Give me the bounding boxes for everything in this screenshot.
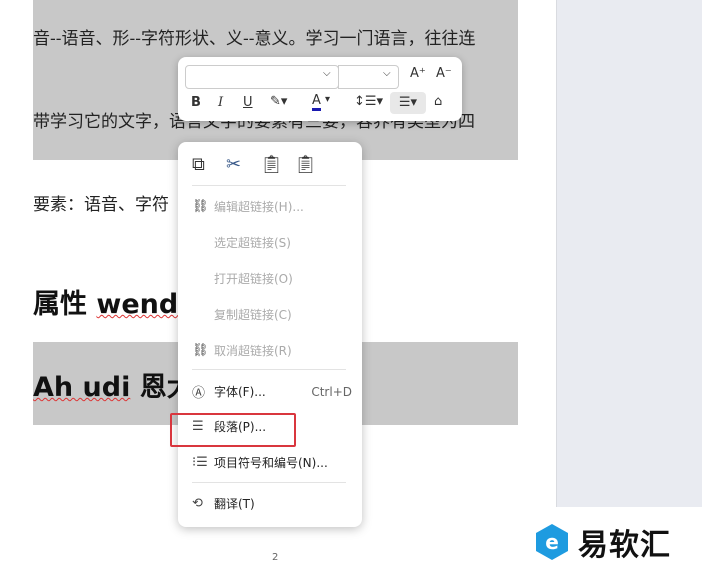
menu-item-label: 项目符号和编号(N)... (214, 456, 328, 470)
line-spacing-icon[interactable]: ↕☰▾ (354, 94, 383, 109)
link-icon: ⛓ (192, 199, 209, 214)
watermark-logo: e 易软汇 (536, 520, 671, 564)
chevron-down-icon: ▾ (325, 94, 331, 105)
copy-icon[interactable]: ⧉ (192, 154, 205, 175)
logo-icon: e (536, 524, 568, 560)
shortcut-label: Ctrl+D (311, 384, 352, 399)
format-painter-icon[interactable]: ⌂ (434, 94, 442, 109)
chevron-down-icon: ⌵ (323, 68, 331, 79)
workspace-background (556, 0, 702, 507)
bullet-list-icon: ⁝☰ (192, 455, 208, 470)
translate-icon: ⟲ (192, 496, 203, 511)
paste-icon[interactable]: 📋︎ (260, 154, 283, 175)
menu-item-label: 选定超链接(S) (214, 236, 291, 250)
menu-item-label: 复制超链接(C) (214, 308, 292, 322)
menu-item-copy-link[interactable]: 复制超链接(C) (192, 306, 292, 323)
menu-item-label: 翻译(T) (214, 497, 255, 511)
menu-item-label: 编辑超链接(H)... (214, 200, 304, 214)
menu-item-open-link[interactable]: 打开超链接(O) (192, 270, 293, 287)
heading-text: 属性 (33, 289, 97, 320)
logo-text: 易软汇 (578, 528, 671, 563)
shrink-font-button[interactable]: A⁻ (436, 66, 452, 81)
paste-special-icon[interactable]: 📋︎ (294, 154, 317, 175)
page-number: 2 (272, 552, 279, 563)
menu-item-bullets-numbering[interactable]: ⁝☰ 项目符号和编号(N)... (192, 454, 328, 471)
font-color-button[interactable]: A (312, 94, 321, 111)
font-name-select[interactable] (186, 66, 336, 88)
floating-toolbar: ⌵ ⌵ A⁺ A⁻ B I U ✎▾ A ▾ ↕☰▾ ☰▾ ⌂ (178, 57, 462, 121)
text-line: 要素：语音、字符 (33, 195, 169, 215)
menu-item-select-link[interactable]: 选定超链接(S) (192, 234, 291, 251)
menu-item-edit-link[interactable]: ⛓ 编辑超链接(H)... (192, 198, 304, 215)
font-selectors: ⌵ ⌵ (185, 65, 391, 89)
misspelled-word: Ah udi (33, 372, 131, 403)
menu-item-label: 打开超链接(O) (214, 272, 293, 286)
menu-item-remove-link[interactable]: ⛓ 取消超链接(R) (192, 342, 292, 359)
text-line: 音--语音、形--字符形状、义--意义。学习一门语言，往往连 (33, 29, 476, 49)
unlink-icon: ⛓ (192, 343, 209, 358)
bold-button[interactable]: B (191, 95, 201, 110)
context-menu: ⧉ ✂ 📋︎ 📋︎ ⛓ 编辑超链接(H)... 选定超链接(S) 打开超链接(O)… (178, 142, 362, 527)
menu-item-font[interactable]: Ⓐ 字体(F)... Ctrl+D (192, 382, 352, 402)
menu-item-translate[interactable]: ⟲ 翻译(T) (192, 495, 255, 512)
menu-item-label: 字体(F)... (214, 385, 266, 399)
highlight-icon[interactable]: ✎▾ (270, 94, 287, 109)
italic-button[interactable]: I (218, 95, 223, 110)
heading: Ah udi 恩大 (33, 365, 194, 404)
grow-font-button[interactable]: A⁺ (410, 66, 426, 81)
underline-button[interactable]: U (243, 95, 253, 110)
align-button[interactable]: ☰▾ (390, 92, 426, 114)
misspelled-word: wend (96, 289, 179, 320)
heading: 属性 wend (33, 282, 178, 321)
cut-icon[interactable]: ✂ (226, 154, 241, 175)
menu-item-label: 取消超链接(R) (214, 344, 292, 358)
highlight-box (170, 413, 296, 447)
font-icon: Ⓐ (192, 386, 206, 401)
